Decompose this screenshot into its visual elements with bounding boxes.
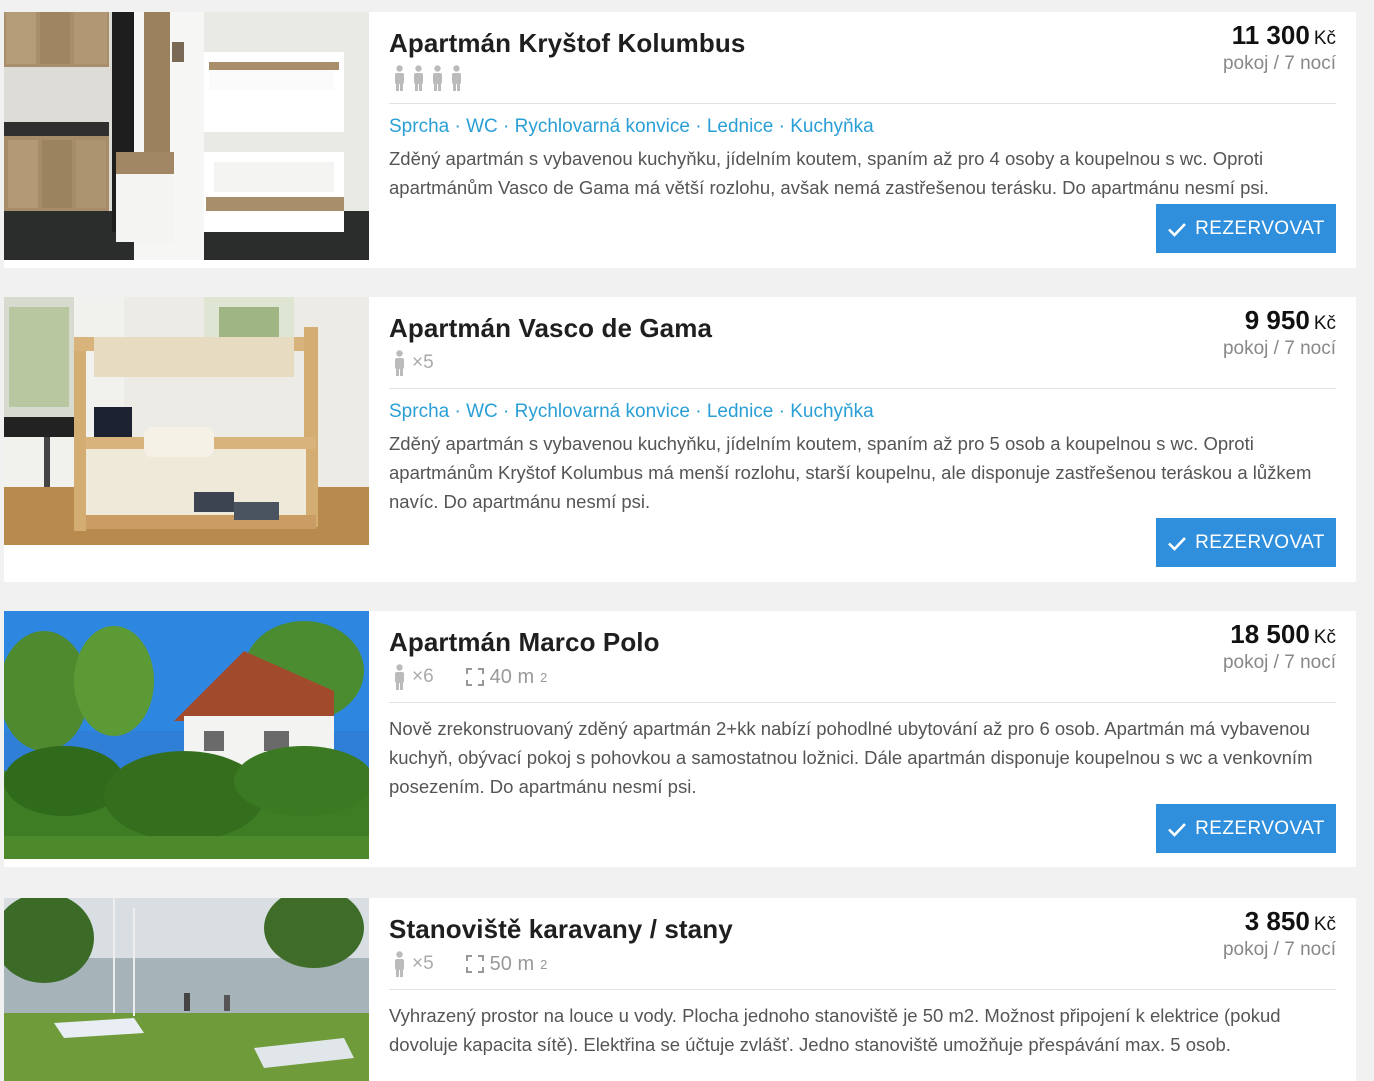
- price-amount: 11 300: [1231, 20, 1310, 50]
- listing-photo[interactable]: [4, 898, 369, 1081]
- amenities: Sprcha · WC · Rychlovarná konvice · Ledn…: [389, 401, 874, 422]
- price-currency: Kč: [1313, 627, 1336, 648]
- apartment-kitchen-photo: [4, 12, 369, 260]
- listing-card: Apartmán Vasco de Gama 9 950 Kč pokoj / 7…: [4, 297, 1356, 582]
- person-icon: [452, 65, 461, 91]
- check-icon: [1168, 536, 1187, 551]
- listing-photo[interactable]: [4, 611, 369, 859]
- listing-photo[interactable]: [4, 12, 369, 260]
- listing-title[interactable]: Apartmán Marco Polo: [389, 627, 660, 658]
- divider: [389, 989, 1336, 990]
- price-unit: pokoj / 7 nocí: [1222, 53, 1336, 74]
- listing-title[interactable]: Apartmán Vasco de Gama: [389, 313, 712, 344]
- person-icon: [433, 65, 442, 91]
- capacity: ×5: [393, 349, 434, 377]
- reserve-button[interactable]: REZERVOVAT: [1156, 518, 1336, 567]
- price-unit: pokoj / 7 nocí: [1222, 338, 1336, 359]
- capacity: ×6 40 m 2: [393, 663, 547, 691]
- price-unit: pokoj / 7 nocí: [1222, 939, 1336, 960]
- price-amount: 3 850: [1244, 906, 1310, 936]
- amenities: Sprcha · WC · Rychlovarná konvice · Ledn…: [389, 116, 874, 137]
- price-currency: Kč: [1313, 28, 1336, 49]
- reserve-button[interactable]: REZERVOVAT: [1156, 804, 1336, 853]
- price-block: 11 300 Kč pokoj / 7 nocí: [1223, 20, 1336, 75]
- reserve-button[interactable]: REZERVOVAT: [1156, 204, 1336, 253]
- listing-description: Zděný apartmán s vybavenou kuchyňku, jíd…: [389, 433, 1312, 512]
- price-amount: 9 950: [1244, 305, 1310, 335]
- divider: [389, 702, 1336, 703]
- price-block: 3 850 Kč pokoj / 7 nocí: [1223, 906, 1336, 961]
- capacity: ×5 50 m 2: [393, 950, 547, 978]
- apartment-bunkbed-photo: [4, 297, 369, 545]
- area-icon: [465, 955, 484, 973]
- listing-photo[interactable]: [4, 297, 369, 545]
- area-unit: 2: [540, 669, 548, 685]
- lakeside-camp-photo: [4, 898, 369, 1081]
- price-block: 18 500 Kč pokoj / 7 nocí: [1223, 619, 1336, 674]
- price-amount: 18 500: [1230, 619, 1310, 649]
- reserve-button-label: REZERVOVAT: [1195, 531, 1325, 553]
- capacity-count: ×6: [412, 666, 434, 687]
- area-value: 40 m: [489, 665, 535, 688]
- divider: [389, 103, 1336, 104]
- person-icon: [395, 951, 404, 977]
- area: 40 m 2: [465, 665, 548, 689]
- price-block: 9 950 Kč pokoj / 7 nocí: [1223, 305, 1336, 360]
- divider: [389, 388, 1336, 389]
- price-currency: Kč: [1313, 914, 1336, 935]
- area: 50 m 2: [465, 952, 548, 976]
- listing-card: Stanoviště karavany / stany 3 850 Kč poko…: [4, 898, 1356, 1081]
- reserve-button-label: REZERVOVAT: [1195, 217, 1325, 239]
- listing-description: Vyhrazený prostor na louce u vody. Ploch…: [389, 1005, 1281, 1055]
- person-icon: [395, 350, 404, 376]
- person-icon: [414, 65, 423, 91]
- area-value: 50 m: [489, 952, 535, 975]
- reserve-button-label: REZERVOVAT: [1195, 817, 1325, 839]
- capacity-count: ×5: [412, 953, 434, 974]
- price-currency: Kč: [1313, 313, 1336, 334]
- price-unit: pokoj / 7 nocí: [1222, 652, 1336, 673]
- area-unit: 2: [540, 956, 548, 972]
- listing-title[interactable]: Apartmán Kryštof Kolumbus: [389, 28, 745, 59]
- capacity-count: ×5: [412, 352, 434, 373]
- listing-description: Zděný apartmán s vybavenou kuchyňku, jíd…: [389, 148, 1269, 198]
- listing-card: Apartmán Kryštof Kolumbus 11 300 Kč pokoj…: [4, 12, 1356, 268]
- capacity: [393, 64, 463, 92]
- person-icon: [395, 65, 404, 91]
- area-icon: [465, 668, 484, 686]
- listing-description: Nově zrekonstruovaný zděný apartmán 2+kk…: [389, 718, 1313, 797]
- house-garden-photo: [4, 611, 369, 859]
- page-edge: [1360, 0, 1374, 1081]
- check-icon: [1168, 222, 1187, 237]
- check-icon: [1168, 822, 1187, 837]
- listing-card: Apartmán Marco Polo 18 500 Kč pokoj / 7 n…: [4, 611, 1356, 867]
- person-icon: [395, 664, 404, 690]
- listing-title[interactable]: Stanoviště karavany / stany: [389, 914, 733, 945]
